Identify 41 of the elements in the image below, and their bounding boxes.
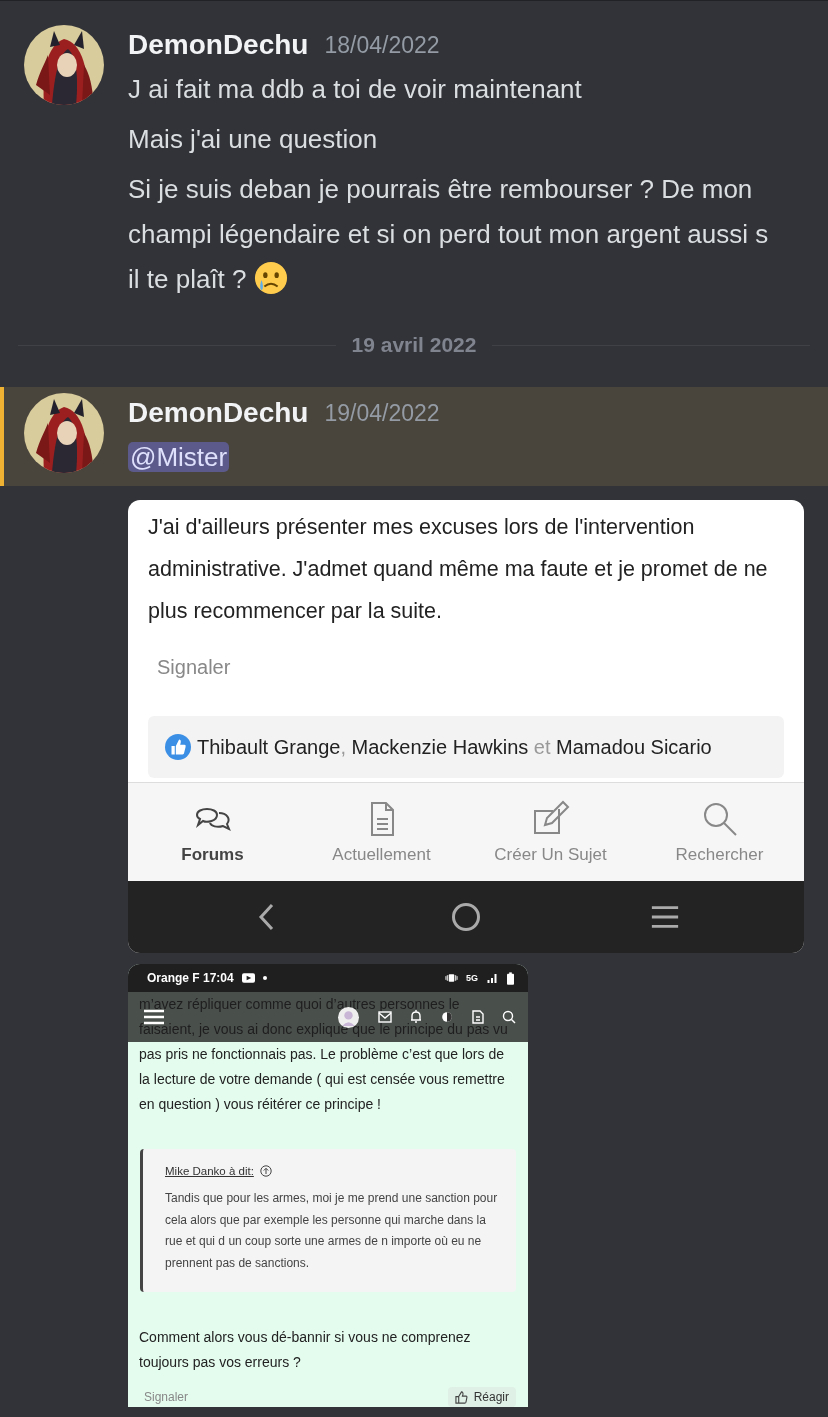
user-mention[interactable]: @Mister: [128, 442, 230, 472]
home-icon[interactable]: [451, 902, 481, 932]
timestamp: 19/04/2022: [324, 399, 440, 427]
screenshot-attachment[interactable]: [128, 964, 528, 1407]
message-text: Mais j'ai une question: [128, 123, 379, 156]
post-text: Comment alors vous dé-bannir si vous ne comprenez toujours pas vos erreurs ?: [139, 1328, 472, 1372]
video-icon: [241, 973, 255, 983]
screenshot-attachment[interactable]: [128, 500, 804, 953]
search-icon[interactable]: [502, 1010, 516, 1024]
author-name[interactable]: DemonDechu: [128, 397, 309, 429]
document-icon[interactable]: [471, 1010, 485, 1024]
carrier-time: Orange F 17:04: [147, 971, 234, 985]
dot-icon: [262, 976, 267, 980]
menu-icon[interactable]: [144, 1009, 164, 1025]
react-button[interactable]: Réagir: [447, 1387, 516, 1407]
nav-tab[interactable]: Forums: [132, 799, 293, 865]
thumbs-up-icon: [454, 1390, 468, 1404]
date-divider: 19 avril 2022: [351, 333, 477, 357]
author-name[interactable]: DemonDechu: [128, 29, 309, 61]
network-type: 5G: [466, 973, 478, 983]
toggle-icon[interactable]: [440, 1010, 454, 1024]
report-link[interactable]: Signaler: [144, 1390, 189, 1404]
quote-author-link[interactable]: Mike Danko à dit:: [165, 1165, 254, 1177]
nav-tab[interactable]: Créer Un Sujet: [470, 799, 631, 865]
nav-tab[interactable]: Actuellement: [301, 799, 462, 865]
nav-tab[interactable]: Rechercher: [639, 799, 800, 865]
bell-icon[interactable]: [409, 1010, 423, 1024]
battery-icon: [507, 971, 514, 985]
thumbs-up-icon: [165, 734, 191, 760]
quote-text: Tandis que pour les armes, moi je me prend une sanction pour cela alors que par exemple les personne qui marche dans la rue et qui d un coup sorte une armes de n importe où eu ne prennent pas de sanctions.: [165, 1190, 498, 1272]
post-text: pas pris ne fonctionnais pas. Le problème c’est que lors de la lecture de votre demande ( qui est censée vous remettre en question ) vous réitérer ce principe !: [139, 1045, 506, 1114]
likes-text: Thibault Grange, Mackenzie Hawkins et Mamadou Sicario: [197, 735, 712, 759]
mail-icon[interactable]: [378, 1010, 392, 1024]
vibrate-icon: [445, 973, 458, 983]
message-text: Si je suis deban je pourrais être rembourser ? De mon champi légendaire et si on perd tout mon argent aussi s il te plaît ?: [128, 173, 770, 297]
report-link[interactable]: Signaler: [128, 632, 804, 704]
signal-icon: [486, 973, 499, 983]
post-text: J'ai d'ailleurs présenter mes excuses lors de l'intervention administrative. J'admet quand même ma faute et je promet de ne plus recommencer par la suite.: [147, 514, 769, 625]
crying-face-icon: [253, 261, 288, 295]
message-text: J ai fait ma ddb a toi de voir maintenant: [128, 73, 583, 106]
timestamp: 18/04/2022: [324, 31, 440, 59]
